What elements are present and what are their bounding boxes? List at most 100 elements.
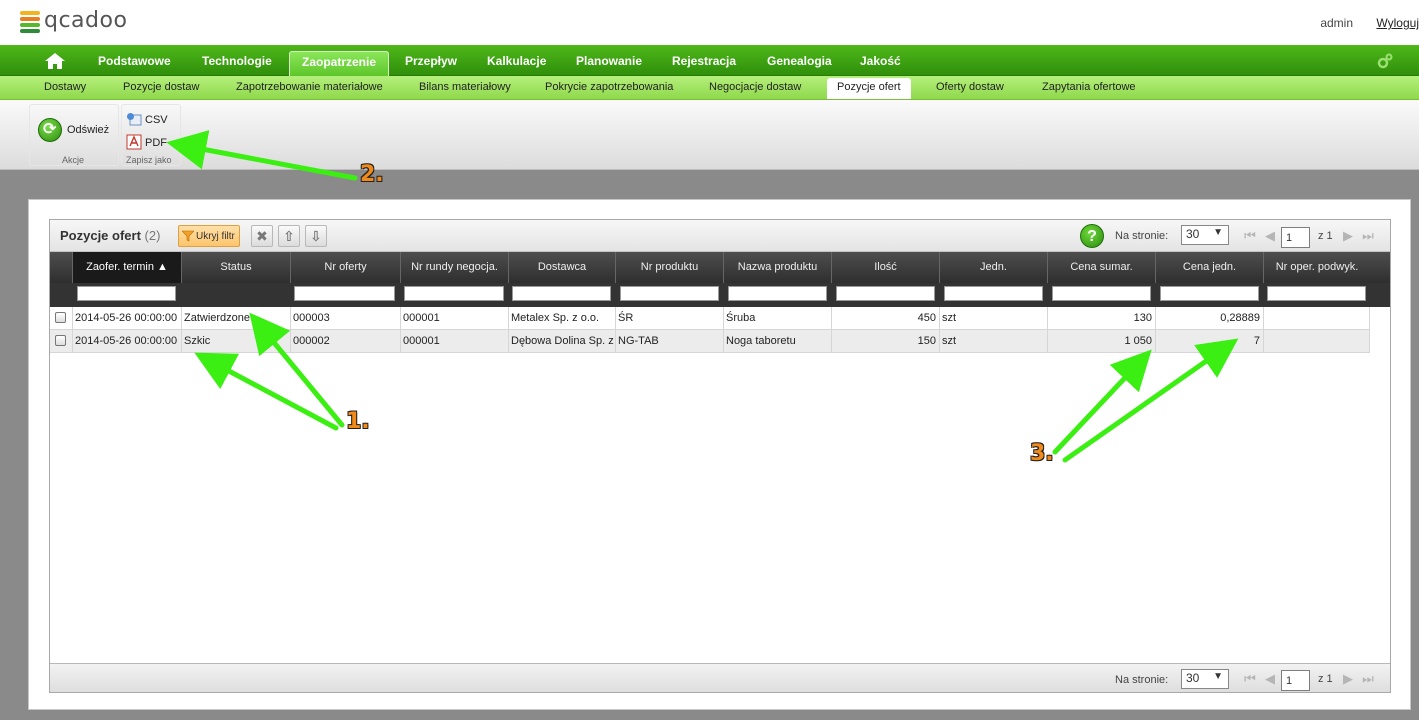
user-name: admin	[1320, 16, 1353, 30]
delete-icon: ✖	[256, 228, 268, 244]
subnav-zapytania[interactable]: Zapytania ofertowe	[1042, 81, 1136, 93]
nav-zaopatrzenie[interactable]: Zaopatrzenie	[289, 51, 390, 76]
last-page-icon[interactable]: ⏭	[1361, 672, 1375, 686]
save-group-title: Zapisz jako	[126, 155, 172, 165]
table-row[interactable]: 2014-05-26 00:00:00 Szkic 000002 000001 …	[50, 330, 1370, 353]
col-nr-oferty[interactable]: Nr oferty	[290, 252, 400, 283]
filter-input-ilosc[interactable]	[836, 286, 935, 301]
subnav-bilans[interactable]: Bilans materiałowy	[419, 81, 511, 93]
refresh-button[interactable]: Odśwież	[67, 124, 109, 136]
prev-page-icon[interactable]: ◀	[1263, 229, 1277, 243]
hide-filter-label: Ukryj filtr	[196, 230, 235, 242]
filter-input-nr-produktu[interactable]	[620, 286, 719, 301]
nav-przeplyw[interactable]: Przepływ	[405, 54, 457, 68]
cell-nr-oper-podwyk	[1263, 307, 1370, 329]
nav-technologie[interactable]: Technologie	[202, 54, 272, 68]
last-page-icon[interactable]: ⏭	[1361, 229, 1375, 243]
filter-input-nr-oferty[interactable]	[294, 286, 395, 301]
logo-text: qcadoo	[44, 8, 128, 33]
filter-input-nr-oper-podwyk[interactable]	[1267, 286, 1366, 301]
logo-icon	[20, 9, 40, 33]
cell-cena-sumar: 130	[1047, 307, 1155, 329]
first-page-icon[interactable]: ⏮	[1243, 672, 1257, 686]
nav-rejestracja[interactable]: Rejestracja	[672, 54, 736, 68]
cell-jedn: szt	[939, 307, 1047, 329]
cell-nr-produktu: NG-TAB	[615, 330, 723, 352]
pdf-icon[interactable]	[126, 134, 142, 150]
cell-nr-rundy: 000001	[400, 330, 508, 352]
nav-kalkulacje[interactable]: Kalkulacje	[487, 54, 546, 68]
nav-genealogia[interactable]: Genealogia	[767, 54, 832, 68]
gear-icon[interactable]	[1377, 53, 1393, 69]
page-input[interactable]: 1	[1281, 227, 1310, 248]
actions-group-title: Akcje	[62, 155, 85, 165]
subnav-pozycje-dostaw[interactable]: Pozycje dostaw	[123, 81, 199, 93]
nav-podstawowe[interactable]: Podstawowe	[98, 54, 171, 68]
delete-button[interactable]: ✖	[251, 225, 273, 247]
filter-input-cena-jedn[interactable]	[1160, 286, 1259, 301]
col-dostawca[interactable]: Dostawca	[508, 252, 615, 283]
cell-nr-oferty: 000003	[290, 307, 400, 329]
help-icon[interactable]: ?	[1080, 224, 1104, 248]
grid-header: Pozycje ofert (2) Ukryj filtr ✖ ⇧ ⇩ ? Na…	[50, 220, 1390, 252]
col-jedn[interactable]: Jedn.	[939, 252, 1047, 283]
filter-input-nazwa-produktu[interactable]	[728, 286, 827, 301]
filter-icon	[182, 230, 194, 242]
per-page-select[interactable]: 30 ▼	[1181, 669, 1229, 689]
qcadoo-logo: qcadoo	[20, 8, 127, 33]
dropdown-arrow-icon: ▼	[1213, 671, 1223, 682]
subnav-negocjacje[interactable]: Negocjacje dostaw	[709, 81, 801, 93]
cell-cena-jedn: 0,28889	[1155, 307, 1263, 329]
filter-input-zaofer-termin[interactable]	[77, 286, 176, 301]
col-nazwa-produktu[interactable]: Nazwa produktu	[723, 252, 831, 283]
filter-input-jedn[interactable]	[944, 286, 1043, 301]
col-ilosc[interactable]: Ilość	[831, 252, 939, 283]
nav-jakosc[interactable]: Jakość	[860, 54, 901, 68]
home-icon[interactable]	[44, 52, 66, 70]
sort-asc-icon: ▲	[157, 261, 168, 273]
subnav-dostawy[interactable]: Dostawy	[44, 81, 86, 93]
logout-link[interactable]: Wyloguj	[1376, 16, 1419, 30]
row-checkbox[interactable]	[55, 312, 66, 323]
col-cena-jedn[interactable]: Cena jedn.	[1155, 252, 1263, 283]
per-page-select[interactable]: 30 ▼	[1181, 225, 1229, 245]
next-page-icon[interactable]: ▶	[1341, 672, 1355, 686]
prev-page-icon[interactable]: ◀	[1263, 672, 1277, 686]
csv-button[interactable]: CSV	[145, 114, 168, 126]
col-nr-rundy[interactable]: Nr rundy negocja.	[400, 252, 508, 283]
row-checkbox[interactable]	[55, 335, 66, 346]
grid-title: Pozycje ofert (2)	[60, 228, 161, 243]
filter-input-cena-sumar[interactable]	[1052, 286, 1151, 301]
cell-cena-jedn: 7	[1155, 330, 1263, 352]
col-zaofer-termin[interactable]: Zaofer. termin ▲	[72, 252, 181, 283]
first-page-icon[interactable]: ⏮	[1243, 229, 1257, 243]
filter-input-dostawca[interactable]	[512, 286, 611, 301]
col-nr-oper-podwyk[interactable]: Nr oper. podwyk.	[1263, 252, 1370, 283]
move-up-button[interactable]: ⇧	[278, 225, 300, 247]
subnav-pokrycie[interactable]: Pokrycie zapotrzebowania	[545, 81, 673, 93]
nav-planowanie[interactable]: Planowanie	[576, 54, 642, 68]
cell-zaofer-termin: 2014-05-26 00:00:00	[72, 330, 181, 352]
pdf-button[interactable]: PDF	[145, 137, 167, 149]
col-cena-sumar[interactable]: Cena sumar.	[1047, 252, 1155, 283]
subnav-zapotrzebowanie[interactable]: Zapotrzebowanie materiałowe	[236, 81, 383, 93]
offer-positions-grid: Pozycje ofert (2) Ukryj filtr ✖ ⇧ ⇩ ? Na…	[49, 219, 1391, 693]
cell-nr-oferty: 000002	[290, 330, 400, 352]
arrow-down-icon: ⇩	[310, 228, 322, 244]
cell-status: Zatwierdzone	[181, 307, 290, 329]
table-row[interactable]: 2014-05-26 00:00:00 Zatwierdzone 000003 …	[50, 307, 1370, 330]
page-input[interactable]: 1	[1281, 670, 1310, 691]
col-status[interactable]: Status	[181, 252, 290, 283]
table-header: Zaofer. termin ▲ Status Nr oferty Nr run…	[50, 252, 1390, 283]
subnav-oferty-dostaw[interactable]: Oferty dostaw	[936, 81, 1004, 93]
col-nr-produktu[interactable]: Nr produktu	[615, 252, 723, 283]
next-page-icon[interactable]: ▶	[1341, 229, 1355, 243]
refresh-icon[interactable]	[38, 118, 62, 142]
move-down-button[interactable]: ⇩	[305, 225, 327, 247]
hide-filter-button[interactable]: Ukryj filtr	[178, 225, 240, 247]
cell-status: Szkic	[181, 330, 290, 352]
filter-input-nr-rundy[interactable]	[404, 286, 504, 301]
cell-nr-oper-podwyk	[1263, 330, 1370, 352]
subnav-pozycje-ofert[interactable]: Pozycje ofert	[827, 78, 911, 99]
csv-icon[interactable]	[126, 112, 142, 126]
